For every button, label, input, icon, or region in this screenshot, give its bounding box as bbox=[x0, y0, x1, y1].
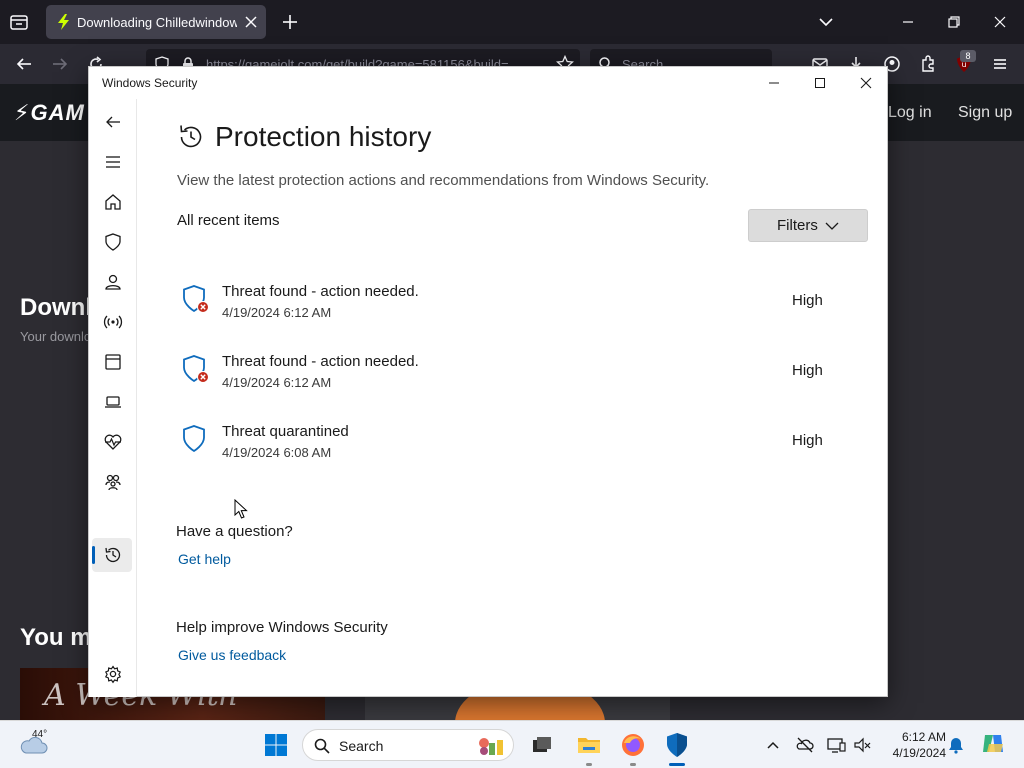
site-logo[interactable]: ⚡GAM bbox=[14, 100, 85, 126]
clock-time: 6:12 AM bbox=[901, 730, 946, 744]
app-running-indicator bbox=[586, 763, 592, 766]
taskbar-clock[interactable]: 6:12 AM 4/19/2024 bbox=[884, 729, 946, 761]
windows-security-taskbar-icon[interactable] bbox=[663, 731, 691, 759]
browser-tab-bar: Downloading Chilledwindows.e bbox=[0, 0, 1024, 44]
threat-title: Threat found - action needed. bbox=[222, 353, 419, 370]
menu-icon[interactable] bbox=[102, 151, 124, 173]
forward-arrow-icon[interactable] bbox=[50, 54, 70, 74]
show-hidden-icons-chevron-icon[interactable] bbox=[763, 735, 783, 755]
give-feedback-link[interactable]: Give us feedback bbox=[178, 647, 286, 663]
copilot-icon[interactable] bbox=[979, 730, 1007, 758]
threat-severity: High bbox=[792, 362, 823, 379]
filters-label: Filters bbox=[777, 217, 818, 234]
search-highlight-icon bbox=[479, 738, 503, 755]
close-icon[interactable] bbox=[856, 73, 876, 93]
extensions-icon[interactable] bbox=[918, 54, 938, 74]
navigation-rail bbox=[89, 99, 137, 697]
active-nav-indicator bbox=[92, 546, 95, 564]
list-all-tabs-chevron-icon[interactable] bbox=[816, 12, 836, 32]
network-volume-icon[interactable] bbox=[853, 735, 873, 755]
virus-threat-protection-icon[interactable] bbox=[102, 231, 124, 253]
device-security-icon[interactable] bbox=[102, 391, 124, 413]
display-icon[interactable] bbox=[826, 735, 846, 755]
onedrive-offline-icon[interactable] bbox=[795, 735, 815, 755]
page-title: Protection history bbox=[215, 121, 432, 152]
app-active-indicator bbox=[669, 763, 685, 766]
download-heading: Downl bbox=[20, 294, 92, 321]
page-description: View the latest protection actions and r… bbox=[177, 172, 710, 189]
section-title: All recent items bbox=[177, 212, 280, 229]
chevron-down-icon bbox=[825, 222, 839, 230]
new-tab-icon[interactable] bbox=[280, 12, 300, 32]
shield-error-icon bbox=[183, 285, 209, 313]
recommendation-heading: You m bbox=[20, 624, 92, 651]
threat-date: 4/19/2024 6:08 AM bbox=[222, 445, 332, 460]
minimize-icon[interactable] bbox=[764, 73, 784, 93]
window-title: Windows Security bbox=[102, 76, 198, 90]
family-options-icon[interactable] bbox=[102, 471, 124, 493]
taskbar-search-label: Search bbox=[339, 738, 384, 754]
firefox-icon[interactable] bbox=[619, 731, 647, 759]
threat-list-item[interactable]: Threat found - action needed. 4/19/2024 … bbox=[177, 351, 837, 411]
get-help-link[interactable]: Get help bbox=[178, 551, 231, 567]
threat-title: Threat quarantined bbox=[222, 423, 349, 440]
back-arrow-icon[interactable] bbox=[14, 54, 34, 74]
protection-history-page: Protection history View the latest prote… bbox=[137, 99, 887, 697]
maximize-icon[interactable] bbox=[810, 73, 830, 93]
threat-list-item[interactable]: Threat found - action needed. 4/19/2024 … bbox=[177, 281, 837, 341]
filters-button[interactable]: Filters bbox=[748, 209, 868, 242]
task-view-icon[interactable] bbox=[528, 731, 556, 759]
browser-minimize-icon[interactable] bbox=[898, 12, 918, 32]
signup-link[interactable]: Sign up bbox=[958, 104, 1012, 122]
threat-date: 4/19/2024 6:12 AM bbox=[222, 305, 332, 320]
home-icon[interactable] bbox=[102, 191, 124, 213]
shield-error-icon bbox=[183, 355, 209, 383]
taskbar-search-box[interactable]: Search bbox=[302, 729, 514, 761]
notification-bell-icon[interactable] bbox=[946, 735, 966, 755]
firewall-network-icon[interactable] bbox=[102, 311, 124, 333]
window-title-bar[interactable]: Windows Security bbox=[89, 67, 887, 99]
app-browser-control-icon[interactable] bbox=[102, 351, 124, 373]
lightning-favicon-icon bbox=[58, 14, 69, 30]
windows-security-window: Windows Security Protection history View… bbox=[88, 66, 888, 697]
tab-list-icon[interactable] bbox=[8, 11, 30, 33]
threat-severity: High bbox=[792, 292, 823, 309]
account-protection-icon[interactable] bbox=[102, 271, 124, 293]
threat-list-item[interactable]: Threat quarantined 4/19/2024 6:08 AM Hig… bbox=[177, 421, 837, 481]
mouse-cursor-icon bbox=[234, 499, 248, 519]
tab-title: Downloading Chilledwindows.e bbox=[77, 15, 237, 30]
threat-severity: High bbox=[792, 432, 823, 449]
question-heading: Have a question? bbox=[176, 523, 293, 540]
back-icon[interactable] bbox=[102, 111, 124, 133]
taskbar: 44° Search 6:12 AM 4/19/2024 bbox=[0, 720, 1024, 768]
download-subtext: Your downlo bbox=[20, 329, 92, 344]
threat-date: 4/19/2024 6:12 AM bbox=[222, 375, 332, 390]
browser-restore-icon[interactable] bbox=[944, 12, 964, 32]
login-link[interactable]: Log in bbox=[888, 104, 932, 122]
app-running-indicator bbox=[630, 763, 636, 766]
windows-start-icon[interactable] bbox=[264, 733, 288, 757]
weather-temperature: 44° bbox=[32, 729, 48, 740]
shield-icon bbox=[183, 425, 205, 453]
app-menu-icon[interactable] bbox=[990, 54, 1010, 74]
search-icon bbox=[314, 738, 330, 754]
extension-badge: 8 bbox=[960, 50, 976, 62]
settings-icon[interactable] bbox=[102, 663, 124, 685]
improve-heading: Help improve Windows Security bbox=[176, 619, 388, 636]
browser-tab[interactable]: Downloading Chilledwindows.e bbox=[46, 5, 266, 39]
protection-history-icon[interactable] bbox=[102, 544, 124, 566]
protection-history-icon bbox=[180, 125, 202, 148]
clock-date: 4/19/2024 bbox=[892, 746, 946, 760]
browser-close-icon[interactable] bbox=[990, 12, 1010, 32]
threat-title: Threat found - action needed. bbox=[222, 283, 419, 300]
file-explorer-icon[interactable] bbox=[575, 731, 603, 759]
close-tab-icon[interactable] bbox=[242, 13, 260, 31]
device-performance-health-icon[interactable] bbox=[102, 431, 124, 453]
